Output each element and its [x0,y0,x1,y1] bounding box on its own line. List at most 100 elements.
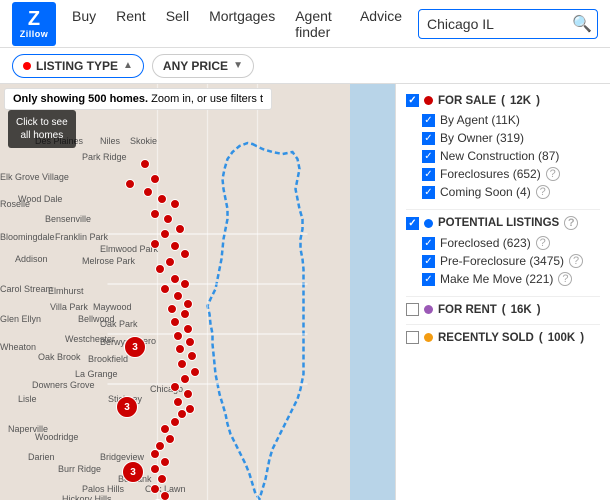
click-to-see-button[interactable]: Click to see all homes [8,110,76,148]
listing-dot[interactable] [170,199,180,209]
listing-dot[interactable] [180,374,190,384]
listing-dot[interactable] [157,474,167,484]
listing-dot[interactable] [163,214,173,224]
listing-dot[interactable]: 3 [124,336,146,358]
nav-item-sell[interactable]: Sell [166,8,189,40]
for-rent-label: FOR RENT [438,304,497,316]
listing-dot[interactable]: 3 [122,461,144,483]
potential-label-1: Pre-Foreclosure (3475) [440,254,564,268]
listing-dot[interactable] [150,174,160,184]
nav-item-mortgages[interactable]: Mortgages [209,8,275,40]
for-sale-subitem-3: ✓Foreclosures (652)? [406,165,600,183]
listing-dot[interactable] [180,249,190,259]
header: Z Zillow Buy Rent Sell Mortgages Agent finde… [0,0,610,48]
subitem-checkbox-4[interactable]: ✓ [422,186,435,199]
nav-item-agent-finder[interactable]: Agent finder [295,8,340,40]
nav-item-rent[interactable]: Rent [116,8,146,40]
listing-dot[interactable] [175,344,185,354]
potential-checkbox-1[interactable]: ✓ [422,255,435,268]
nav-item-advice[interactable]: Advice [360,8,402,40]
recently-sold-checkbox[interactable] [406,331,419,344]
for-sale-subitems: ✓ By Agent (11K) ✓ By Owner (319) ✓ New Const… [406,111,600,201]
potential-help-icon-0[interactable]: ? [536,236,550,250]
listing-dot[interactable] [160,229,170,239]
main-nav: Buy Rent Sell Mortgages Agent finder Advice [72,8,402,40]
listing-dot[interactable] [190,367,200,377]
listing-dot[interactable] [170,417,180,427]
listing-dot[interactable] [177,359,187,369]
subitem-label-0: By Agent (11K) [440,113,520,127]
listing-dot[interactable] [157,194,167,204]
listing-dot[interactable] [167,304,177,314]
subitem-label-2: New Construction (87) [440,149,559,163]
listing-dot[interactable] [187,351,197,361]
subitem-checkbox-0[interactable]: ✓ [422,114,435,127]
potential-label-0: Foreclosed (623) [440,236,531,250]
divider-3 [406,324,600,325]
search-button[interactable]: 🔍 [572,14,592,34]
listing-dot[interactable] [183,389,193,399]
listing-dot[interactable] [125,179,135,189]
potential-subitem-1: ✓ Pre-Foreclosure (3475)? [406,252,600,270]
listing-dot[interactable] [150,209,160,219]
potential-listings-help-icon[interactable]: ? [564,216,578,230]
subitem-checkbox-1[interactable]: ✓ [422,132,435,145]
zillow-logo-text: Zillow [20,29,49,39]
listing-type-filter[interactable]: LISTING TYPE ▲ [12,54,144,78]
listing-dot[interactable] [175,224,185,234]
listing-dot[interactable] [170,241,180,251]
logo[interactable]: Z Zillow [12,2,56,46]
subitem-checkbox-2[interactable]: ✓ [422,150,435,163]
listing-dot[interactable] [150,484,160,494]
listing-dot[interactable] [165,434,175,444]
listing-dot[interactable] [173,331,183,341]
search-bar[interactable]: 🔍 [418,9,598,39]
for-sale-count: ( [501,95,505,107]
listing-dot[interactable] [150,239,160,249]
listing-dot[interactable] [183,299,193,309]
map-container[interactable]: Des PlainesNilesSkokieElk Grove VillageP… [0,84,610,500]
recently-sold-label: RECENTLY SOLD [438,332,534,344]
any-price-chevron: ▼ [233,60,243,71]
listing-dot[interactable] [173,291,183,301]
listing-dot[interactable] [170,382,180,392]
potential-checkbox-2[interactable]: ✓ [422,273,435,286]
potential-listings-checkbox[interactable]: ✓ [406,217,419,230]
listing-type-panel: ✓ FOR SALE (12K) ✓By Agent (11K)✓By Owne… [395,84,610,500]
listing-dot[interactable]: 3 [116,396,138,418]
listing-dot[interactable] [150,449,160,459]
potential-subitem-2: ✓Make Me Move (221)? [406,270,600,288]
nav-item-buy[interactable]: Buy [72,8,96,40]
listing-dot[interactable] [155,264,165,274]
listing-dot[interactable] [160,284,170,294]
listing-dot[interactable] [173,397,183,407]
listing-dot[interactable] [160,424,170,434]
listing-dot[interactable] [160,491,170,500]
listing-dot[interactable] [143,187,153,197]
notification-banner: Only showing 500 homes. Zoom in, or use … [4,88,272,110]
listing-dot[interactable] [170,317,180,327]
subitem-label-1: By Owner (319) [440,131,524,145]
listing-dot[interactable] [170,274,180,284]
listing-dot[interactable] [180,279,190,289]
search-input[interactable] [427,16,572,32]
subitem-checkbox-3[interactable]: ✓ [422,168,435,181]
listing-dot[interactable] [185,337,195,347]
subitem-help-icon-4[interactable]: ? [536,185,550,199]
listing-dot[interactable] [183,324,193,334]
any-price-label: ANY PRICE [163,59,228,73]
potential-help-icon-2[interactable]: ? [558,272,572,286]
recently-sold-section: RECENTLY SOLD (100K) [406,331,600,344]
potential-checkbox-0[interactable]: ✓ [422,237,435,250]
for-rent-checkbox[interactable] [406,303,419,316]
listing-dot[interactable] [180,309,190,319]
subitem-help-icon-3[interactable]: ? [546,167,560,181]
listing-dot[interactable] [150,464,160,474]
potential-subitems: ✓ Foreclosed (623)? ✓ Pre-Foreclosure (3475… [406,234,600,288]
potential-help-icon-1[interactable]: ? [569,254,583,268]
listing-dot[interactable] [160,457,170,467]
any-price-filter[interactable]: ANY PRICE ▼ [152,54,254,78]
listing-dot[interactable] [165,257,175,267]
listing-dot[interactable] [140,159,150,169]
for-sale-checkbox[interactable]: ✓ [406,94,419,107]
